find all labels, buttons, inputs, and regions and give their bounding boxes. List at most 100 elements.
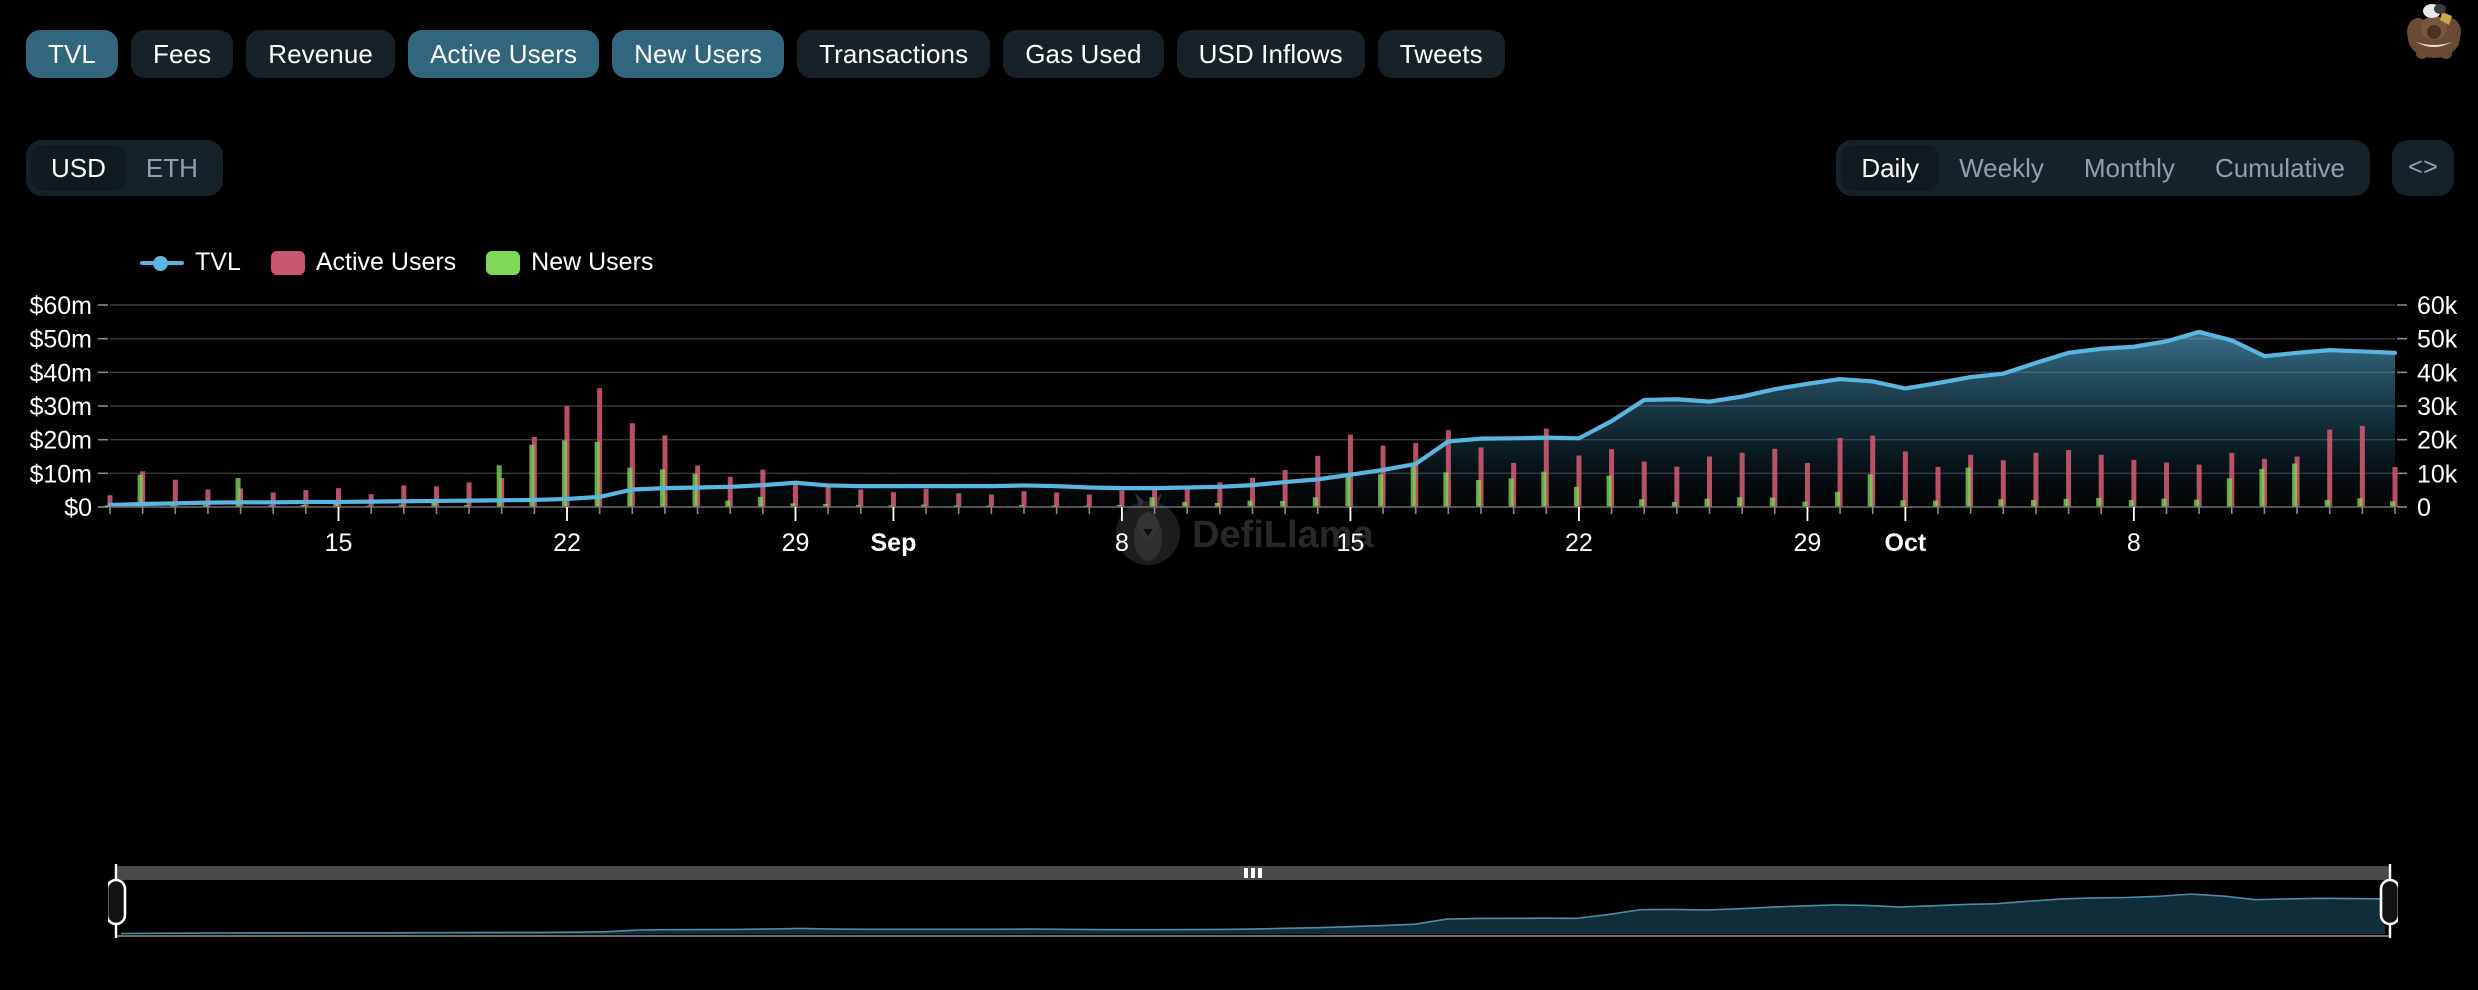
bar-new-users[interactable]: [2096, 498, 2101, 507]
bar-new-users[interactable]: [1345, 474, 1350, 507]
left-axis-tick-label: $50m: [29, 326, 92, 354]
bar-active-users[interactable]: [1022, 491, 1027, 507]
bar-new-users[interactable]: [1313, 497, 1318, 507]
bar-new-users[interactable]: [2162, 499, 2167, 507]
bar-new-users[interactable]: [725, 501, 730, 507]
metric-tab-active-users[interactable]: Active Users: [408, 30, 599, 78]
grip-lines-icon[interactable]: [1244, 868, 1248, 878]
bar-new-users[interactable]: [529, 445, 534, 507]
bar-active-users[interactable]: [401, 485, 406, 507]
legend-item-active-users[interactable]: Active Users: [271, 248, 456, 277]
bar-active-users[interactable]: [1054, 493, 1059, 507]
chart-svg[interactable]: $00$10m10k$20m20k$30m30k$40m40k$50m50k$6…: [0, 295, 2478, 840]
x-axis-tick-label: 29: [1794, 529, 1822, 557]
legend-label: Active Users: [316, 248, 456, 277]
bar-active-users[interactable]: [467, 482, 472, 507]
chart-range-brush[interactable]: [108, 862, 2398, 940]
bar-new-users[interactable]: [1705, 499, 1710, 507]
denomination-usd[interactable]: USD: [31, 145, 126, 191]
bar-active-users[interactable]: [271, 493, 276, 507]
bar-new-users[interactable]: [1574, 487, 1579, 507]
x-axis-tick-label: 8: [2127, 529, 2141, 557]
bar-new-users[interactable]: [2357, 498, 2362, 507]
bar-new-users[interactable]: [693, 474, 698, 507]
bar-new-users[interactable]: [2227, 478, 2232, 507]
bar-active-users[interactable]: [891, 492, 896, 507]
bar-active-users[interactable]: [826, 485, 831, 507]
brush-handle-left[interactable]: [108, 880, 125, 924]
metric-tab-tvl[interactable]: TVL: [26, 30, 118, 78]
bar-new-users[interactable]: [2194, 500, 2199, 507]
bar-new-users[interactable]: [1476, 480, 1481, 507]
bar-new-users[interactable]: [2325, 500, 2330, 507]
bar-new-users[interactable]: [1933, 501, 1938, 507]
bar-new-users[interactable]: [1639, 499, 1644, 507]
bar-new-users[interactable]: [1248, 501, 1253, 507]
grip-lines-icon[interactable]: [1251, 868, 1255, 878]
interval-monthly[interactable]: Monthly: [2064, 145, 2195, 191]
bar-new-users[interactable]: [1835, 492, 1840, 507]
bar-active-users[interactable]: [924, 489, 929, 507]
bar-new-users[interactable]: [2064, 499, 2069, 507]
bar-new-users[interactable]: [2259, 469, 2264, 507]
bar-new-users[interactable]: [2292, 464, 2297, 507]
code-icon[interactable]: <>: [2392, 140, 2454, 196]
metric-tab-gas-used[interactable]: Gas Used: [1003, 30, 1163, 78]
bar-new-users[interactable]: [1737, 497, 1742, 507]
bar-new-users[interactable]: [1868, 474, 1873, 507]
legend-item-new-users[interactable]: New Users: [486, 248, 653, 277]
bar-new-users[interactable]: [758, 497, 763, 507]
left-axis-tick-label: $40m: [29, 359, 92, 387]
bar-active-users[interactable]: [956, 493, 961, 507]
bar-new-users[interactable]: [1378, 474, 1383, 507]
bar-new-users[interactable]: [1280, 501, 1285, 507]
interval-cumulative[interactable]: Cumulative: [2195, 145, 2365, 191]
chart-legend: TVL Active Users New Users: [140, 248, 653, 277]
metric-tab-fees[interactable]: Fees: [131, 30, 233, 78]
bar-active-users[interactable]: [989, 495, 994, 507]
left-axis-tick-label: $30m: [29, 393, 92, 421]
metric-tab-usd-inflows[interactable]: USD Inflows: [1177, 30, 1365, 78]
metric-tab-revenue[interactable]: Revenue: [246, 30, 395, 78]
bar-active-users[interactable]: [1903, 451, 1908, 507]
bar-active-users[interactable]: [1805, 463, 1810, 507]
metric-tab-transactions[interactable]: Transactions: [797, 30, 990, 78]
bar-active-users[interactable]: [2033, 453, 2038, 507]
bar-new-users[interactable]: [2390, 501, 2395, 507]
bar-active-users[interactable]: [858, 489, 863, 507]
bar-new-users[interactable]: [1966, 468, 1971, 507]
bar-active-users[interactable]: [1119, 491, 1124, 508]
bar-active-users[interactable]: [2360, 426, 2365, 507]
bar-active-users[interactable]: [2327, 430, 2332, 507]
bar-active-users[interactable]: [1674, 467, 1679, 507]
bar-active-users[interactable]: [1087, 495, 1092, 507]
denomination-eth[interactable]: ETH: [126, 145, 218, 191]
bar-new-users[interactable]: [1770, 498, 1775, 507]
metric-tab-tweets[interactable]: Tweets: [1378, 30, 1505, 78]
bar-active-users[interactable]: [303, 490, 308, 507]
bar-new-users[interactable]: [1900, 500, 1905, 507]
legend-item-tvl[interactable]: TVL: [140, 248, 241, 277]
bar-new-users[interactable]: [627, 468, 632, 507]
bar-new-users[interactable]: [2031, 500, 2036, 507]
legend-color-swatch: [271, 251, 305, 275]
bar-active-users[interactable]: [2066, 450, 2071, 507]
interval-weekly[interactable]: Weekly: [1939, 145, 2064, 191]
bar-new-users[interactable]: [2129, 500, 2134, 507]
bar-active-users[interactable]: [793, 482, 798, 507]
grip-lines-icon[interactable]: [1258, 868, 1262, 878]
left-axis-tick-label: $60m: [29, 295, 92, 320]
bar-new-users[interactable]: [1541, 472, 1546, 507]
bar-new-users[interactable]: [1802, 502, 1807, 507]
x-axis-tick-label: 22: [1565, 529, 1593, 557]
bar-new-users[interactable]: [1443, 472, 1448, 507]
bar-active-users[interactable]: [2393, 467, 2398, 507]
bar-new-users[interactable]: [1411, 466, 1416, 507]
bar-new-users[interactable]: [1998, 499, 2003, 507]
bar-new-users[interactable]: [1607, 476, 1612, 507]
brush-handle-right[interactable]: [2381, 880, 2398, 924]
bar-new-users[interactable]: [1509, 478, 1514, 507]
metric-tab-new-users[interactable]: New Users: [612, 30, 784, 78]
bar-new-users[interactable]: [1150, 497, 1155, 507]
interval-daily[interactable]: Daily: [1841, 145, 1939, 191]
